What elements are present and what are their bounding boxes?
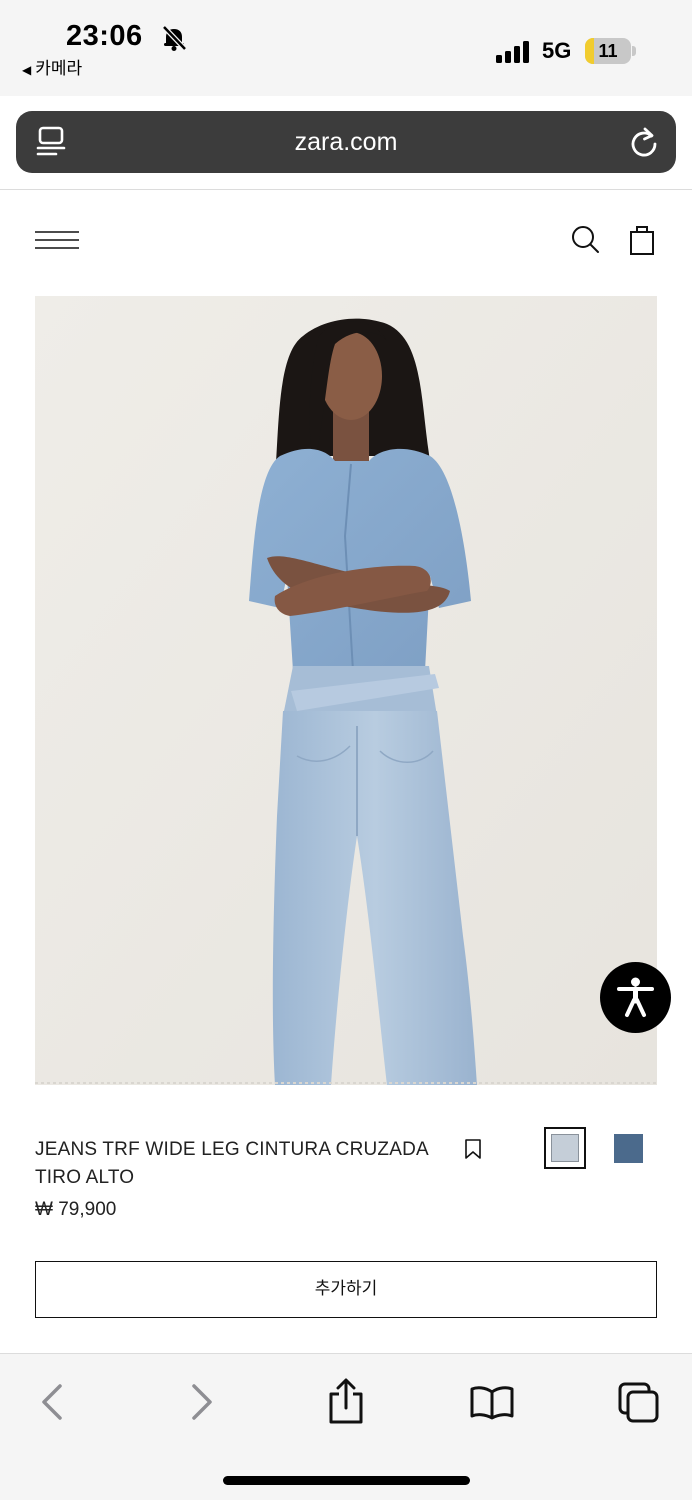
bookmark-icon[interactable]	[463, 1138, 483, 1160]
accessibility-person-icon	[617, 977, 654, 1017]
back-app-label: 카메라	[35, 59, 83, 79]
url-text[interactable]: zara.com	[16, 128, 676, 157]
product-photo	[35, 296, 657, 1085]
color-swatch-mid-blue[interactable]	[614, 1134, 643, 1163]
cellular-signal-icon	[496, 41, 529, 63]
battery-tip	[632, 46, 636, 56]
accessibility-button[interactable]	[600, 962, 671, 1033]
share-icon[interactable]	[326, 1378, 366, 1426]
bookmarks-icon[interactable]	[469, 1384, 515, 1420]
network-type: 5G	[542, 38, 572, 63]
home-indicator	[223, 1476, 470, 1485]
reload-icon[interactable]	[628, 125, 660, 159]
bell-off-icon	[162, 25, 187, 51]
add-to-cart-button[interactable]: 추가하기	[35, 1261, 657, 1318]
product-name-line-2: TIRO ALTO	[35, 1167, 135, 1188]
toolbar-divider	[0, 189, 692, 190]
back-to-app-link[interactable]: ◀ 카메라	[22, 54, 82, 79]
back-icon[interactable]	[38, 1380, 66, 1424]
product-price: ₩ 79,900	[35, 1199, 117, 1220]
tabs-icon[interactable]	[616, 1380, 662, 1426]
back-triangle-icon: ◀	[22, 63, 32, 77]
status-time: 23:06	[66, 20, 143, 52]
hamburger-menu-icon[interactable]	[35, 228, 79, 252]
shopping-bag-icon[interactable]	[628, 224, 656, 256]
battery-icon: 11	[585, 38, 631, 64]
status-bar: 23:06 ◀ 카메라 5G 11	[0, 0, 692, 96]
address-bar[interactable]: zara.com	[16, 111, 676, 173]
search-icon[interactable]	[570, 224, 600, 254]
color-chip	[551, 1134, 579, 1162]
battery-level: 11	[598, 41, 618, 61]
product-image[interactable]	[35, 296, 657, 1085]
product-name-line-1: JEANS TRF WIDE LEG CINTURA CRUZADA	[35, 1139, 429, 1160]
color-swatch-light-blue[interactable]	[544, 1127, 586, 1169]
product-name[interactable]: JEANS TRF WIDE LEG CINTURA CRUZADA TIRO …	[35, 1136, 455, 1192]
forward-icon[interactable]	[188, 1380, 216, 1424]
